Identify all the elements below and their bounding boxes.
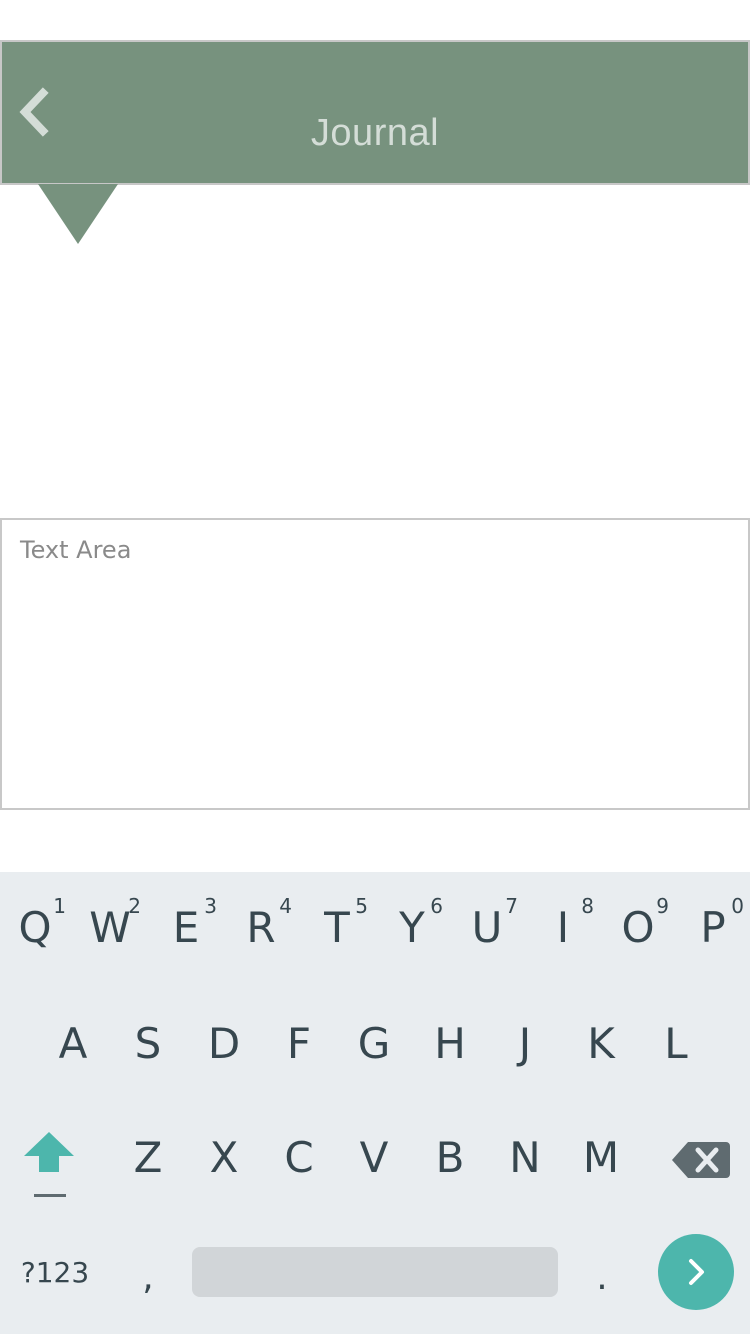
key-j[interactable]: J	[490, 998, 560, 1088]
key-hint: 0	[731, 894, 744, 918]
key-w[interactable]: W2	[75, 882, 145, 972]
key-f[interactable]: F	[264, 998, 334, 1088]
comma-key[interactable]: ,	[118, 1232, 178, 1322]
key-label: K	[587, 1018, 615, 1068]
key-x[interactable]: X	[189, 1112, 259, 1202]
go-key[interactable]	[658, 1234, 734, 1310]
shift-arrow-icon	[24, 1132, 74, 1172]
key-label: Q	[18, 902, 52, 952]
key-label: I	[556, 902, 570, 952]
key-label: B	[435, 1132, 465, 1182]
key-k[interactable]: K	[566, 998, 636, 1088]
key-p[interactable]: P0	[678, 882, 748, 972]
key-label: A	[58, 1018, 88, 1068]
backspace-icon	[672, 1142, 730, 1178]
key-n[interactable]: N	[490, 1112, 560, 1202]
key-i[interactable]: I8	[528, 882, 598, 972]
key-label: X	[209, 1132, 239, 1182]
chevron-right-icon	[689, 1259, 704, 1285]
key-q[interactable]: Q1	[0, 882, 70, 972]
key-m[interactable]: M	[566, 1112, 636, 1202]
key-s[interactable]: S	[113, 998, 183, 1088]
symbols-key[interactable]: ?123	[10, 1232, 100, 1312]
key-label: T	[324, 902, 350, 952]
key-label: J	[518, 1018, 532, 1068]
key-label: F	[286, 1018, 312, 1068]
key-label: C	[284, 1132, 314, 1182]
key-hint: 4	[279, 894, 292, 918]
key-y[interactable]: Y6	[377, 882, 447, 972]
key-z[interactable]: Z	[113, 1112, 183, 1202]
space-key[interactable]	[192, 1247, 558, 1297]
key-hint: 8	[581, 894, 594, 918]
key-label: E	[172, 902, 200, 952]
key-h[interactable]: H	[415, 998, 485, 1088]
key-hint: 2	[128, 894, 141, 918]
soft-keyboard: Q1 W2 E3 R4 T5 Y6 U7 I8 O9 P0 A S D F G …	[0, 872, 750, 1334]
key-e[interactable]: E3	[151, 882, 221, 972]
period-key[interactable]: .	[572, 1232, 632, 1322]
key-c[interactable]: C	[264, 1112, 334, 1202]
page-title: Journal	[310, 112, 440, 154]
key-label: U	[471, 902, 503, 952]
key-label: S	[134, 1018, 162, 1068]
key-hint: 9	[656, 894, 669, 918]
header-pointer-triangle	[38, 184, 118, 244]
key-hint: 7	[505, 894, 518, 918]
key-label: O	[621, 902, 655, 952]
key-a[interactable]: A	[38, 998, 108, 1088]
key-b[interactable]: B	[415, 1112, 485, 1202]
key-r[interactable]: R4	[226, 882, 296, 972]
key-hint: 3	[204, 894, 217, 918]
key-label: Y	[399, 902, 425, 952]
key-label: D	[207, 1018, 241, 1068]
shift-indicator	[34, 1194, 66, 1197]
key-hint: 1	[53, 894, 66, 918]
app-header: Journal	[0, 40, 750, 185]
key-g[interactable]: G	[339, 998, 409, 1088]
key-hint: 5	[355, 894, 368, 918]
key-label: N	[509, 1132, 541, 1182]
key-d[interactable]: D	[189, 998, 259, 1088]
key-label: G	[357, 1018, 391, 1068]
backspace-key[interactable]	[668, 1132, 734, 1188]
key-v[interactable]: V	[339, 1112, 409, 1202]
key-label: P	[700, 902, 726, 952]
key-label: H	[434, 1018, 466, 1068]
key-label: L	[664, 1018, 688, 1068]
key-label: R	[246, 902, 276, 952]
journal-screen: Journal Q1 W2 E3 R4 T5 Y6 U7 I8 O9 P0 A …	[0, 0, 750, 1334]
journal-text-area[interactable]	[0, 518, 750, 810]
key-t[interactable]: T5	[302, 882, 372, 972]
key-label: V	[359, 1132, 389, 1182]
key-u[interactable]: U7	[452, 882, 522, 972]
key-label: W	[89, 902, 131, 952]
key-l[interactable]: L	[641, 998, 711, 1088]
key-label: M	[582, 1132, 620, 1182]
key-hint: 6	[430, 894, 443, 918]
key-o[interactable]: O9	[603, 882, 673, 972]
key-label: Z	[133, 1132, 163, 1182]
